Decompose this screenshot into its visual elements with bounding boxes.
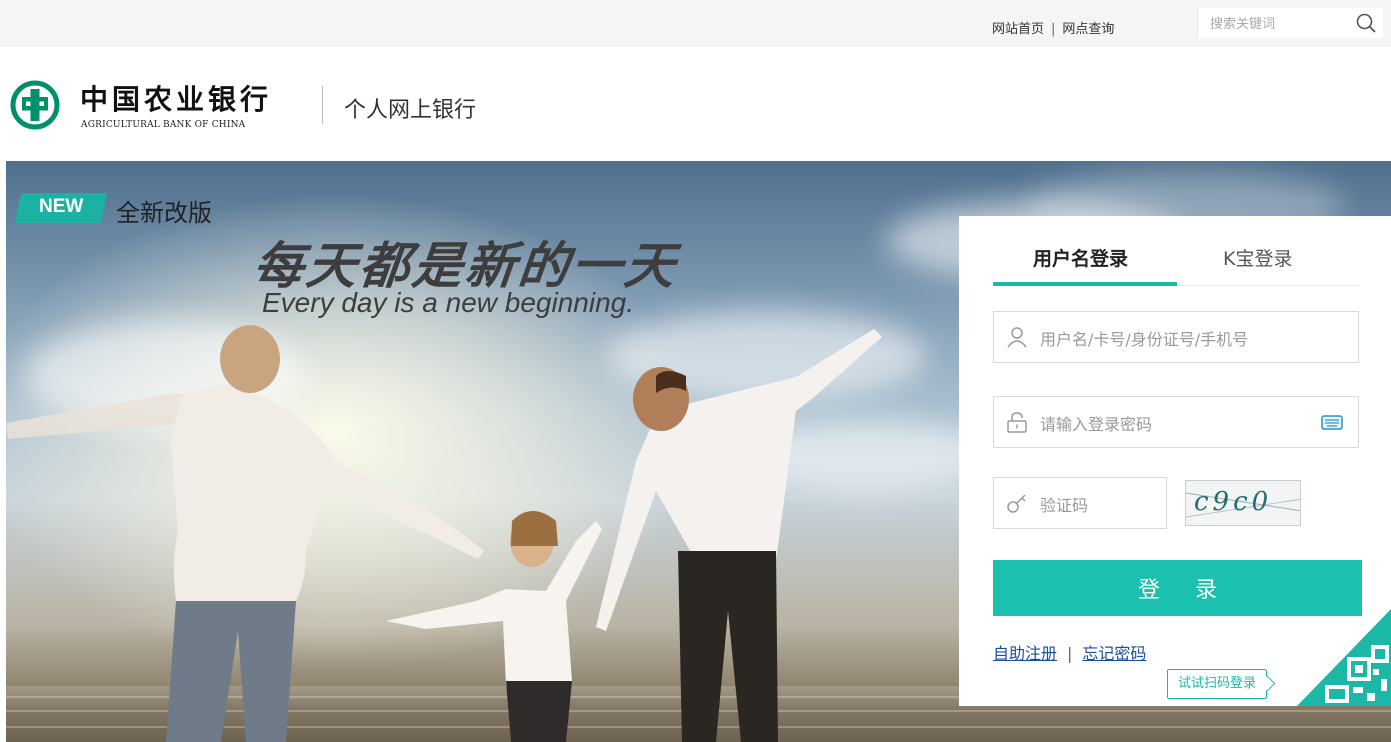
key-icon bbox=[1007, 494, 1026, 513]
bank-name-en: AGRICULTURAL BANK OF CHINA bbox=[81, 120, 246, 130]
qr-code-icon[interactable] bbox=[1297, 609, 1391, 706]
links-separator: | bbox=[1067, 644, 1073, 663]
tab-kbao-login[interactable]: K宝登录 bbox=[1223, 244, 1292, 271]
account-links: 自助注册 | 忘记密码 bbox=[993, 640, 1146, 664]
slogan-en: Every day is a new beginning. bbox=[262, 287, 634, 318]
user-icon bbox=[1007, 327, 1027, 348]
self-register-link[interactable]: 自助注册 bbox=[993, 644, 1057, 663]
captcha-image[interactable]: c9c0 bbox=[1185, 480, 1301, 526]
password-input[interactable] bbox=[1038, 412, 1302, 436]
product-title: 个人网上银行 bbox=[344, 98, 477, 123]
tab-username-login[interactable]: 用户名登录 bbox=[1033, 244, 1128, 271]
captcha-text: c9c0 bbox=[1194, 487, 1273, 517]
username-field[interactable] bbox=[993, 311, 1359, 363]
search-icon[interactable] bbox=[1355, 12, 1377, 34]
captcha-input[interactable] bbox=[1038, 493, 1162, 517]
top-bar: 网站首页 | 网点查询 bbox=[0, 0, 1391, 47]
top-links: 网站首页 | 网点查询 bbox=[992, 18, 1114, 37]
lock-icon bbox=[1007, 412, 1027, 433]
login-button[interactable]: 登 录 bbox=[993, 560, 1362, 616]
username-input[interactable] bbox=[1038, 327, 1342, 351]
bank-name-cn: 中国农业银行 bbox=[80, 83, 273, 116]
forgot-password-link[interactable]: 忘记密码 bbox=[1082, 644, 1146, 663]
qr-login-tip[interactable]: 试试扫码登录 bbox=[1167, 669, 1268, 699]
logo-divider bbox=[322, 86, 323, 124]
tab-active-indicator bbox=[993, 282, 1177, 286]
home-link[interactable]: 网站首页 bbox=[992, 22, 1044, 37]
top-link-separator: | bbox=[1051, 22, 1056, 37]
new-badge-label: NEW bbox=[39, 196, 84, 217]
branch-search-link[interactable]: 网点查询 bbox=[1062, 22, 1114, 37]
password-field[interactable] bbox=[993, 396, 1359, 448]
keyboard-icon[interactable] bbox=[1320, 412, 1344, 432]
search-input[interactable] bbox=[1208, 13, 1342, 35]
site-search bbox=[1197, 8, 1383, 38]
abc-coin-logo-icon[interactable] bbox=[10, 80, 60, 130]
captcha-field[interactable] bbox=[993, 477, 1167, 529]
redesign-label: 全新改版 bbox=[116, 199, 212, 227]
new-badge: NEW bbox=[14, 193, 108, 223]
